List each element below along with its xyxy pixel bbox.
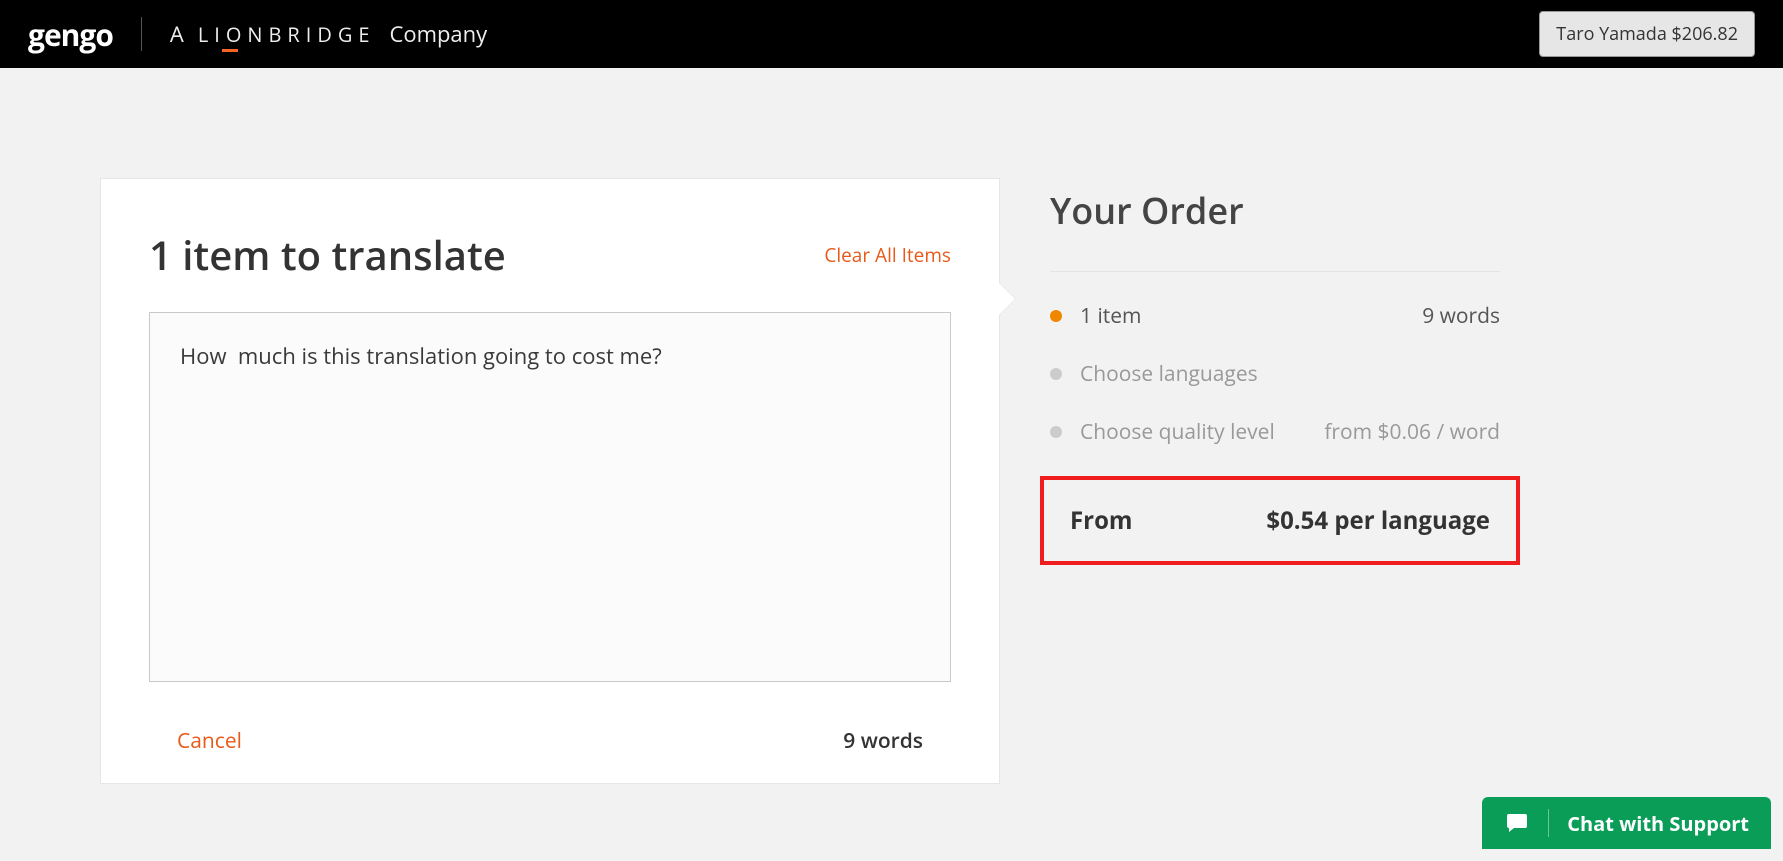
order-step-items: 1 item 9 words [1050, 302, 1500, 330]
card-footer: Cancel 9 words [149, 727, 951, 763]
step-right: 9 words [1422, 302, 1500, 330]
lionbridge-tagline: A LIONBRIDGE Company [170, 19, 487, 49]
price-highlight-box: From $0.54 per language [1040, 476, 1520, 565]
lionbridge-word-text: LIONBRIDGE [198, 21, 376, 48]
order-step-quality: Choose quality level from $0.06 / word [1050, 418, 1500, 446]
step-dot-icon [1050, 426, 1062, 438]
translate-card: 1 item to translate Clear All Items Canc… [100, 178, 1000, 784]
card-header: 1 item to translate Clear All Items [149, 227, 951, 282]
brand-area: gengo A LIONBRIDGE Company [28, 14, 487, 55]
chat-support-button[interactable]: Chat with Support [1482, 797, 1771, 849]
step-label: Choose quality level [1080, 418, 1275, 446]
word-count: 9 words [843, 727, 923, 755]
step-label: Choose languages [1080, 360, 1258, 388]
chat-label: Chat with Support [1567, 810, 1749, 837]
lionbridge-underline [222, 49, 238, 52]
cancel-link[interactable]: Cancel [177, 727, 242, 755]
step-dot-icon [1050, 368, 1062, 380]
lionbridge-logo: LIONBRIDGE [198, 21, 376, 48]
gengo-logo[interactable]: gengo [28, 14, 113, 55]
clear-all-link[interactable]: Clear All Items [824, 242, 951, 268]
user-name: Taro Yamada [1556, 22, 1667, 46]
step-label: 1 item [1080, 302, 1141, 330]
total-price: $0.54 per language [1266, 504, 1490, 537]
order-panel: Your Order 1 item 9 words Choose languag… [1050, 178, 1500, 565]
chat-bubble-icon [1504, 811, 1530, 835]
translation-textarea[interactable] [149, 312, 951, 682]
order-divider [1050, 271, 1500, 272]
lionbridge-suffix: Company [390, 19, 488, 49]
vertical-divider [141, 17, 142, 51]
step-right: from $0.06 / word [1324, 418, 1500, 446]
lionbridge-prefix: A [170, 19, 184, 49]
main-content: 1 item to translate Clear All Items Canc… [0, 68, 1783, 784]
order-step-languages: Choose languages [1050, 360, 1500, 388]
top-header: gengo A LIONBRIDGE Company Taro Yamada $… [0, 0, 1783, 68]
order-title: Your Order [1050, 186, 1500, 235]
total-from-label: From [1070, 504, 1133, 537]
chat-separator [1548, 809, 1549, 837]
user-balance-button[interactable]: Taro Yamada $206.82 [1539, 11, 1755, 57]
step-dot-icon [1050, 310, 1062, 322]
card-title: 1 item to translate [149, 227, 506, 282]
user-balance: $206.82 [1672, 22, 1738, 46]
